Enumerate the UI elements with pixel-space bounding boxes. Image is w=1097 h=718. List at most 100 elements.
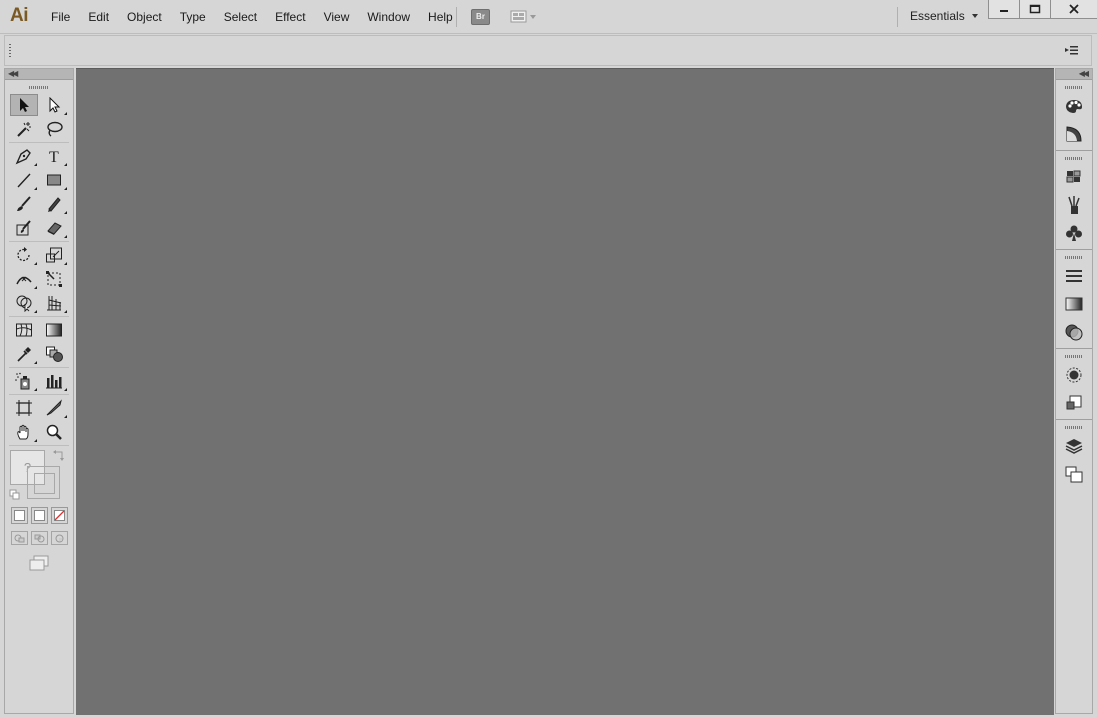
lasso-tool-icon	[47, 121, 63, 137]
color-button[interactable]	[10, 507, 28, 524]
gradient-panel-button[interactable]	[1056, 290, 1092, 318]
document-canvas[interactable]	[76, 68, 1054, 715]
draw-normal-button[interactable]	[10, 531, 28, 545]
tools-panel: ◀◀ T ?	[4, 68, 74, 714]
menu-edit[interactable]: Edit	[79, 9, 118, 25]
layers-panel-button[interactable]	[1056, 432, 1092, 460]
color-panel-button[interactable]	[1056, 92, 1092, 120]
control-bar-menu-button[interactable]	[1065, 44, 1079, 56]
swap-fill-stroke-icon[interactable]	[53, 449, 65, 461]
swatches-panel-icon	[1066, 170, 1081, 183]
panel-group-grip[interactable]	[1065, 426, 1083, 429]
transparency-panel-button[interactable]	[1056, 318, 1092, 346]
rectangle-tool[interactable]	[40, 169, 68, 191]
selection-tool[interactable]	[10, 94, 38, 116]
draw-behind-icon	[34, 534, 44, 542]
panel-group-grip[interactable]	[1065, 355, 1083, 358]
direct-selection-tool[interactable]	[40, 94, 68, 116]
eyedropper-tool[interactable]	[10, 343, 38, 365]
color-panel-icon	[1066, 100, 1082, 113]
fill-stroke-widget: ?	[5, 447, 73, 507]
menu-select[interactable]: Select	[215, 9, 266, 25]
menu-window[interactable]: Window	[358, 9, 419, 25]
scale-tool-icon	[46, 247, 62, 263]
paintbrush-tool[interactable]	[10, 193, 38, 215]
appearance-panel-button[interactable]	[1056, 361, 1092, 389]
menu-view[interactable]: View	[315, 9, 359, 25]
artboard-tool[interactable]	[10, 397, 38, 419]
control-bar	[4, 35, 1092, 66]
close-button[interactable]	[1051, 0, 1097, 19]
color-icon	[13, 510, 25, 521]
symbols-panel-button[interactable]	[1056, 219, 1092, 247]
width-tool[interactable]	[10, 268, 38, 290]
symbol-sprayer-tool[interactable]	[10, 370, 38, 392]
shape-builder-tool[interactable]	[10, 292, 38, 314]
menu-file[interactable]: File	[42, 9, 79, 25]
draw-inside-button[interactable]	[50, 531, 68, 545]
color-guide-panel-button[interactable]	[1056, 120, 1092, 148]
eraser-tool[interactable]	[40, 217, 68, 239]
magic-wand-tool[interactable]	[10, 118, 38, 140]
gradient-tool[interactable]	[40, 319, 68, 341]
artboards-panel-button[interactable]	[1056, 460, 1092, 488]
tools-panel-grip[interactable]	[29, 86, 49, 89]
draw-inside-icon	[55, 534, 63, 542]
slice-tool[interactable]	[40, 397, 68, 419]
blend-tool[interactable]	[40, 343, 68, 365]
pen-tool[interactable]	[10, 145, 38, 167]
swatches-panel-button[interactable]	[1056, 163, 1092, 191]
panel-group-grip[interactable]	[1065, 86, 1083, 89]
default-fill-stroke-icon[interactable]	[9, 489, 21, 501]
free-transform-tool-icon	[46, 271, 62, 287]
window-controls	[988, 0, 1097, 19]
hand-tool[interactable]	[10, 421, 38, 443]
type-tool-icon: T	[49, 149, 59, 164]
symbols-panel-icon	[1066, 225, 1082, 241]
graphic-styles-panel-button[interactable]	[1056, 389, 1092, 417]
stroke-swatch[interactable]	[27, 466, 60, 499]
change-screen-mode-button[interactable]	[5, 555, 73, 571]
arrange-documents-button[interactable]	[510, 9, 540, 25]
menu-effect[interactable]: Effect	[266, 9, 314, 25]
type-tool[interactable]: T	[40, 145, 68, 167]
pencil-tool[interactable]	[40, 193, 68, 215]
stroke-panel-button[interactable]	[1056, 262, 1092, 290]
scale-tool[interactable]	[40, 244, 68, 266]
panel-menu-icon	[1065, 46, 1078, 55]
blob-brush-tool[interactable]	[10, 217, 38, 239]
gradient-button[interactable]	[30, 507, 48, 524]
hand-tool-icon	[17, 424, 29, 440]
panel-group-grip[interactable]	[1065, 157, 1083, 160]
expand-panels-icon[interactable]: ◀◀	[1079, 69, 1089, 79]
symbol-sprayer-tool-icon	[15, 372, 30, 390]
brushes-panel-button[interactable]	[1056, 191, 1092, 219]
panel-dock: ◀◀	[1055, 68, 1093, 714]
perspective-grid-tool[interactable]	[40, 292, 68, 314]
workspace-switcher[interactable]: Essentials	[910, 9, 979, 23]
arrange-documents-icon	[510, 10, 536, 23]
control-bar-grip[interactable]	[9, 44, 11, 58]
line-segment-tool[interactable]	[10, 169, 38, 191]
mesh-tool[interactable]	[10, 319, 38, 341]
none-button[interactable]	[50, 507, 68, 524]
panel-dock-header[interactable]: ◀◀	[1056, 69, 1092, 80]
close-icon	[1069, 4, 1079, 14]
draw-behind-button[interactable]	[30, 531, 48, 545]
free-transform-tool[interactable]	[40, 268, 68, 290]
maximize-button[interactable]	[1020, 0, 1051, 19]
width-tool-icon	[16, 276, 32, 285]
tools-panel-header[interactable]: ◀◀	[5, 69, 73, 80]
menu-divider	[456, 7, 457, 27]
panel-group-grip[interactable]	[1065, 256, 1083, 259]
rotate-tool[interactable]	[10, 244, 38, 266]
minimize-button[interactable]	[988, 0, 1020, 19]
blend-tool-icon	[46, 346, 63, 362]
menu-type[interactable]: Type	[171, 9, 215, 25]
go-to-bridge-button[interactable]: Br	[471, 9, 490, 25]
zoom-tool[interactable]	[40, 421, 68, 443]
menu-object[interactable]: Object	[118, 9, 171, 25]
lasso-tool[interactable]	[40, 118, 68, 140]
collapse-icon[interactable]: ◀◀	[8, 69, 18, 79]
column-graph-tool[interactable]	[40, 370, 68, 392]
